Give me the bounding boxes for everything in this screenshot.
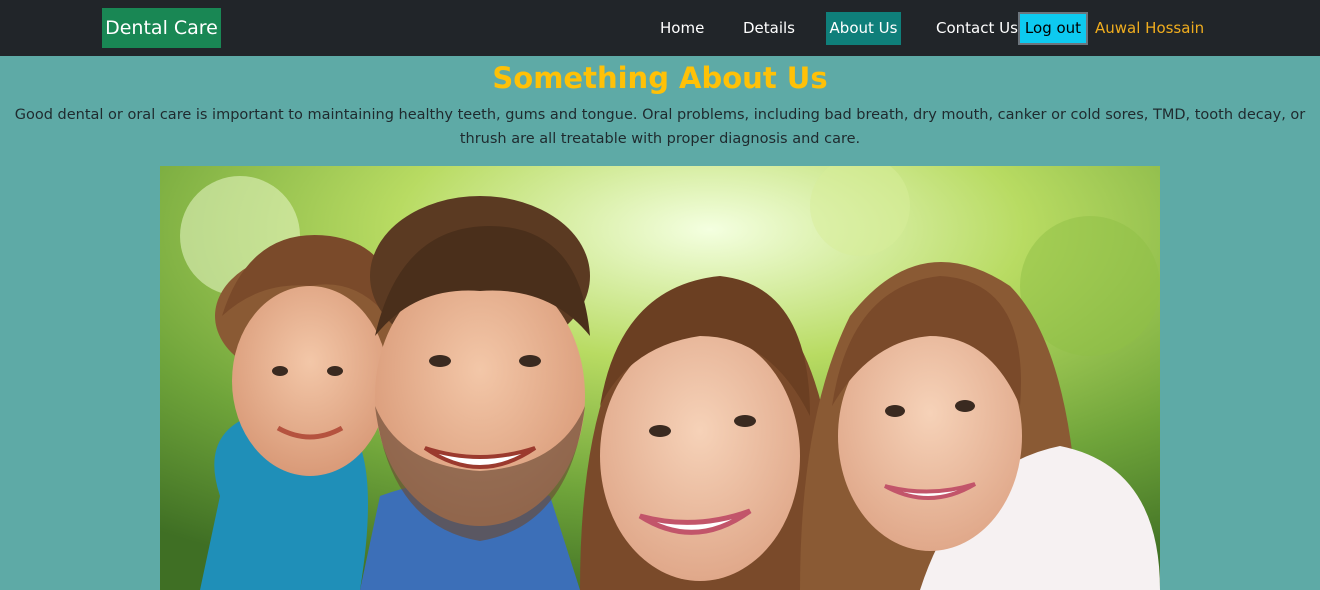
hero-family-image <box>160 166 1160 590</box>
nav-home-link[interactable]: Home <box>660 12 704 45</box>
nav-contact-link[interactable]: Contact Us <box>936 12 1018 45</box>
logout-button[interactable]: Log out <box>1018 12 1088 45</box>
top-navbar: Dental Care Home Details About Us Contac… <box>0 0 1320 56</box>
nav-details-link[interactable]: Details <box>743 12 795 45</box>
page-title: Something About Us <box>492 61 828 95</box>
about-description: Good dental or oral care is important to… <box>14 107 1306 147</box>
family-photo-illustration <box>160 166 1160 590</box>
nav-about-link[interactable]: About Us <box>826 12 901 45</box>
brand-logo[interactable]: Dental Care <box>102 8 221 48</box>
user-name: Auwal Hossain <box>1095 19 1205 37</box>
